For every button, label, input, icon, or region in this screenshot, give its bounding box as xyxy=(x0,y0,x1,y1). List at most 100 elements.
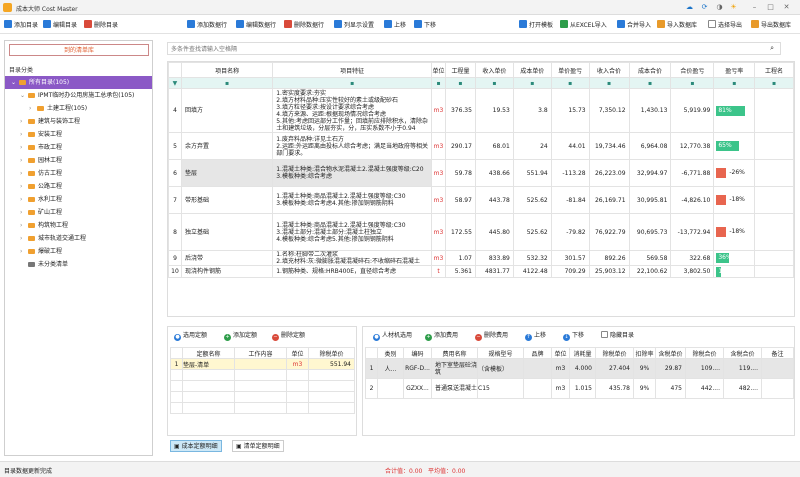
column-header[interactable]: 单价盈亏 xyxy=(550,62,590,78)
cell-no[interactable]: 4 xyxy=(168,88,182,133)
chevron-right-icon[interactable]: › xyxy=(20,154,26,167)
column-header[interactable]: 收入单价 xyxy=(474,62,514,78)
material-cell-note[interactable] xyxy=(761,358,794,379)
tree-item[interactable]: › 仿古工程 xyxy=(5,167,152,180)
chevron-right-icon[interactable]: › xyxy=(20,167,26,180)
theme-toggle-icon[interactable]: ◑ xyxy=(715,3,724,12)
column-filter[interactable]: ▪ xyxy=(713,77,756,89)
cell-pdiff[interactable]: -113.28 xyxy=(550,159,590,187)
table-row[interactable]: 10 现浇构件钢筋 1.钢筋种类、规格:HRB400E，直径综合考虑 t 5.361 48… xyxy=(168,265,794,278)
cell-unit[interactable]: m3 xyxy=(431,213,446,251)
material-column-header[interactable]: 费用名称 xyxy=(431,347,478,359)
material-cell-code[interactable]: RGF-D... xyxy=(403,358,432,379)
cell-unit[interactable]: t xyxy=(431,265,446,278)
cell-unit[interactable]: m3 xyxy=(431,132,446,160)
column-header[interactable]: 单位 xyxy=(431,62,446,78)
column-settings-button[interactable]: 列显示设置 xyxy=(334,20,374,30)
hide-directory-checkbox[interactable]: 隐藏目录 xyxy=(601,331,634,341)
tab-bill-quota-detail[interactable]: ▣ 清单定额明细 xyxy=(232,440,284,452)
minimize-icon[interactable]: – xyxy=(750,3,759,12)
add-quota-button[interactable]: + 添加定额 xyxy=(224,331,257,341)
cell-rate[interactable]: 81% xyxy=(713,88,756,133)
cell-unit[interactable]: m3 xyxy=(431,186,446,214)
cell-name[interactable]: 回填方 xyxy=(180,88,274,133)
cell-qty[interactable]: 290.17 xyxy=(445,132,476,160)
library-header-button[interactable]: 到的清单库 xyxy=(9,44,149,56)
table-row[interactable]: 6 垫层 1.混凝土种类:混合物水泥混凝土2.混凝土强度等级:C20 3.模板种类:综… xyxy=(168,159,794,187)
column-header[interactable]: 项目特征 xyxy=(272,62,433,78)
cell-no[interactable]: 6 xyxy=(168,159,182,187)
tree-item[interactable]: › 矿山工程 xyxy=(5,206,152,219)
cell-qty[interactable]: 1.07 xyxy=(445,250,476,266)
material-cell-qty[interactable]: 1.015 xyxy=(569,378,596,399)
cell-project[interactable] xyxy=(754,159,794,187)
material-column-header[interactable] xyxy=(365,347,378,359)
column-header[interactable]: 工程量 xyxy=(445,62,476,78)
cell-pdiff[interactable]: 709.29 xyxy=(550,265,590,278)
cell-costtotal[interactable]: 6,964.08 xyxy=(628,132,672,160)
column-header[interactable]: 成本单价 xyxy=(512,62,552,78)
material-column-header[interactable]: 含税合价 xyxy=(723,347,762,359)
tree-item[interactable]: › 建筑与装饰工程 xyxy=(5,115,152,128)
column-filter[interactable]: ▪ xyxy=(445,77,476,89)
tree-item[interactable]: › 爆破工程 xyxy=(5,245,152,258)
cell-intotal[interactable]: 25,903.12 xyxy=(588,265,630,278)
cell-no[interactable]: 8 xyxy=(168,213,182,251)
cell-tdiff[interactable]: -13,772.94 xyxy=(670,213,715,251)
quota-column-header[interactable]: 工作内容 xyxy=(234,347,287,359)
edit-row-button[interactable]: 编辑数据行 xyxy=(236,20,276,30)
cell-costtotal[interactable]: 569.58 xyxy=(628,250,672,266)
cell-name[interactable]: 垫层 xyxy=(180,159,274,187)
cell-qty[interactable]: 5.361 xyxy=(445,265,476,278)
quota-row[interactable]: 1 垫层-清单 m3 551.94 xyxy=(170,358,355,370)
cell-inprice[interactable]: 443.78 xyxy=(474,186,514,214)
cell-costprice[interactable]: 24 xyxy=(512,132,552,160)
material-cell-unit[interactable]: m3 xyxy=(551,378,570,399)
quota-cell-name[interactable]: 垫层-清单 xyxy=(182,358,235,370)
tree-item[interactable]: › 公路工程 xyxy=(5,180,152,193)
cell-unit[interactable]: m3 xyxy=(431,88,446,133)
select-export-checkbox[interactable]: 选择导出 xyxy=(708,20,742,30)
cell-costtotal[interactable]: 32,994.97 xyxy=(628,159,672,187)
cell-rate[interactable]: -18% xyxy=(713,186,756,214)
close-icon[interactable]: ✕ xyxy=(782,3,791,12)
cell-tdiff[interactable]: -6,771.88 xyxy=(670,159,715,187)
material-cell-spec[interactable]: C15 xyxy=(477,378,524,399)
quota-cell-no[interactable]: 1 xyxy=(170,358,183,370)
material-cell-cat[interactable] xyxy=(377,378,404,399)
cell-costtotal[interactable]: 22,100.62 xyxy=(628,265,672,278)
add-fee-button[interactable]: + 添加费用 xyxy=(425,331,458,341)
material-row[interactable]: 2 GZXX... 普通泵送混凝土 C15 m3 1.015 435.78 9% 475 442.… xyxy=(365,378,794,399)
select-material-button[interactable]: ● 人材机选用 xyxy=(373,331,412,341)
cell-intotal[interactable]: 19,734.46 xyxy=(588,132,630,160)
cell-feature[interactable]: 1.混凝土种类:商品混凝土2.混凝土强度等级:C30 3.模板种类:综合考虑4.其… xyxy=(272,186,433,214)
cell-no[interactable]: 10 xyxy=(168,265,182,278)
cell-no[interactable]: 7 xyxy=(168,186,182,214)
cell-tdiff[interactable]: 3,802.50 xyxy=(670,265,715,278)
material-cell-rate[interactable]: 9% xyxy=(633,358,656,379)
cell-intotal[interactable]: 26,169.71 xyxy=(588,186,630,214)
material-cell-nprice[interactable]: 435.78 xyxy=(595,378,634,399)
column-header[interactable]: 盈亏率 xyxy=(713,62,756,78)
column-header[interactable]: 工程名 xyxy=(754,62,794,78)
move-down-button[interactable]: 下移 xyxy=(414,20,436,30)
cell-no[interactable]: 9 xyxy=(168,250,182,266)
cell-costtotal[interactable]: 30,995.81 xyxy=(628,186,672,214)
material-cell-ttotal[interactable]: 119.... xyxy=(723,358,762,379)
cell-project[interactable] xyxy=(754,132,794,160)
cell-name[interactable]: 后浇带 xyxy=(180,250,274,266)
table-row[interactable]: 7 带形基础 1.混凝土种类:商品混凝土2.混凝土强度等级:C30 3.模板种类:综合… xyxy=(168,186,794,214)
sun-icon[interactable]: ☀ xyxy=(729,3,738,12)
maximize-icon[interactable]: □ xyxy=(766,3,775,12)
column-filter[interactable]: ▼ xyxy=(168,77,182,89)
merge-import-button[interactable]: 合并导入 xyxy=(617,20,651,30)
delete-row-button[interactable]: 删除数据行 xyxy=(284,20,324,30)
cell-costprice[interactable]: 4122.48 xyxy=(512,265,552,278)
cell-feature[interactable]: 1.钢筋种类、规格:HRB400E，直径综合考虑 xyxy=(272,265,433,278)
material-cell-rate[interactable]: 9% xyxy=(633,378,656,399)
tree-item[interactable]: › 园林工程 xyxy=(5,154,152,167)
cell-rate[interactable]: 36% xyxy=(713,250,756,266)
material-cell-code[interactable]: GZXX... xyxy=(403,378,432,399)
tree-item[interactable]: › 市政工程 xyxy=(5,141,152,154)
cell-inprice[interactable]: 833.89 xyxy=(474,250,514,266)
